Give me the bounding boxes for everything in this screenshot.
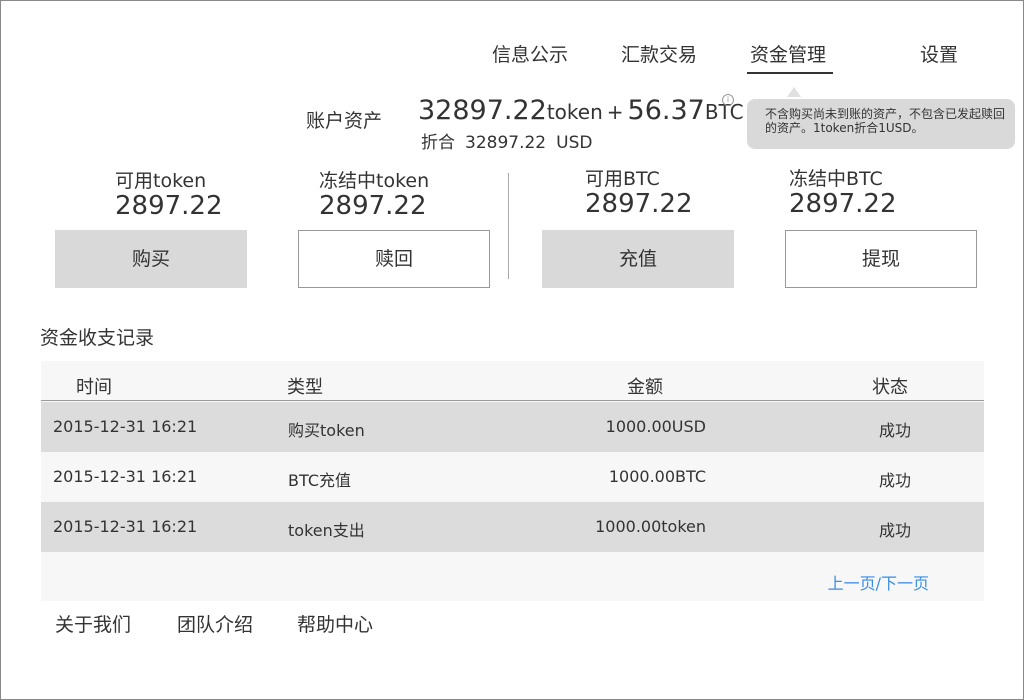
frozen-btc-stat: 冻结中BTC 2897.22 xyxy=(789,164,897,219)
footer-link-help[interactable]: 帮助中心 xyxy=(297,610,373,637)
balance-divider xyxy=(508,173,509,279)
top-nav: 信息公示 汇款交易 资金管理 设置 xyxy=(0,36,1024,76)
cell-amount: 1000.00USD xyxy=(605,417,706,436)
equivalent-unit: USD xyxy=(556,133,593,153)
available-btc-value: 2897.22 xyxy=(585,189,693,219)
table-header: 时间 类型 金额 状态 xyxy=(41,361,984,401)
frozen-token-value: 2897.22 xyxy=(319,191,427,221)
info-icon[interactable]: i xyxy=(722,94,734,106)
equivalent-label: 折合 xyxy=(421,133,455,153)
pagination-link[interactable]: 上一页/下一页 xyxy=(828,570,929,594)
equivalent-value: 折合 32897.22 USD xyxy=(421,128,602,153)
cell-time: 2015-12-31 16:21 xyxy=(53,467,198,486)
footer-link-about[interactable]: 关于我们 xyxy=(55,610,131,637)
nav-item-settings[interactable]: 设置 xyxy=(920,40,958,67)
column-header-status: 状态 xyxy=(872,377,908,398)
cell-status: 成功 xyxy=(879,521,912,540)
records-table: 时间 类型 金额 状态 2015-12-31 16:21 购买token 100… xyxy=(41,361,984,601)
frozen-token-stat: 冻结中token 2897.22 xyxy=(319,166,429,221)
available-btc-stat: 可用BTC 2897.22 xyxy=(585,164,693,219)
cell-status: 成功 xyxy=(879,421,912,440)
redeem-button[interactable]: 赎回 xyxy=(298,230,490,288)
cell-amount: 1000.00token xyxy=(595,517,706,536)
available-token-value: 2897.22 xyxy=(115,191,223,221)
cell-status: 成功 xyxy=(879,471,912,490)
assets-tooltip: 不含购买尚未到账的资产，不包含已发起赎回的资产。1token折合1USD。 xyxy=(747,99,1015,149)
cell-type: 购买token xyxy=(288,421,365,440)
column-header-type: 类型 xyxy=(287,377,323,398)
records-title: 资金收支记录 xyxy=(40,327,155,349)
tooltip-caret xyxy=(787,87,801,97)
footer-link-team[interactable]: 团队介绍 xyxy=(177,610,253,637)
table-row: 2015-12-31 16:21 BTC充值 1000.00BTC 成功 xyxy=(41,452,984,502)
table-row: 2015-12-31 16:21 token支出 1000.00token 成功 xyxy=(41,502,984,552)
equivalent-amount: 32897.22 xyxy=(465,133,547,153)
deposit-button[interactable]: 充值 xyxy=(542,230,734,288)
frozen-token-label: 冻结中token xyxy=(319,170,430,192)
nav-item-remittance[interactable]: 汇款交易 xyxy=(621,40,697,67)
buy-button[interactable]: 购买 xyxy=(55,230,247,288)
table-row: 2015-12-31 16:21 购买token 1000.00USD 成功 xyxy=(41,402,984,452)
plus-sign: + xyxy=(606,100,624,124)
token-total-amount: 32897.22 xyxy=(418,95,547,126)
frozen-btc-value: 2897.22 xyxy=(789,189,897,219)
btc-total-amount: 56.37 xyxy=(627,95,705,126)
cell-type: BTC充值 xyxy=(288,471,351,490)
cell-time: 2015-12-31 16:21 xyxy=(53,417,198,436)
available-token-label: 可用token xyxy=(115,170,207,192)
withdraw-button[interactable]: 提现 xyxy=(785,230,977,288)
account-assets-total: 32897.22token +56.37BTC xyxy=(418,95,744,126)
nav-item-info[interactable]: 信息公示 xyxy=(492,40,568,67)
column-header-time: 时间 xyxy=(76,377,112,398)
cell-type: token支出 xyxy=(288,521,365,540)
account-assets-label: 账户资产 xyxy=(306,110,383,132)
nav-item-funds[interactable]: 资金管理 xyxy=(746,40,834,74)
available-token-stat: 可用token 2897.22 xyxy=(115,166,223,221)
frozen-btc-label: 冻结中BTC xyxy=(789,168,883,190)
column-header-amount: 金额 xyxy=(627,377,663,398)
available-btc-label: 可用BTC xyxy=(585,168,660,190)
token-unit: token xyxy=(546,100,603,124)
cell-amount: 1000.00BTC xyxy=(608,467,706,486)
cell-time: 2015-12-31 16:21 xyxy=(53,517,198,536)
